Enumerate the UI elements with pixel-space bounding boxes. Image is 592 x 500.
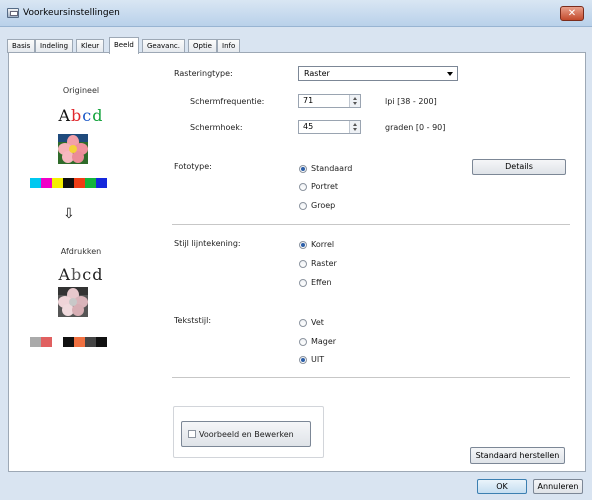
photo-type-portret[interactable]: Portret — [299, 182, 338, 191]
radio-icon — [299, 278, 307, 287]
swatch-red — [74, 178, 85, 188]
tab-indeling[interactable]: Indeling — [35, 39, 74, 53]
radio-label: Vet — [311, 318, 324, 327]
screen-angle-value: 45 — [303, 122, 314, 131]
radio-label: Groep — [311, 201, 336, 210]
swatch-orange — [74, 337, 85, 347]
window-title: Voorkeursinstellingen — [23, 8, 120, 18]
tab-info[interactable]: Info — [217, 39, 241, 53]
spinner-arrows-icon[interactable] — [349, 121, 360, 133]
swatch-black — [63, 337, 74, 347]
output-photo-thumbnail — [58, 287, 88, 317]
sample-letter-d: d — [92, 265, 104, 284]
text-style-vet[interactable]: Vet — [299, 318, 324, 327]
sample-letter-b: b — [71, 106, 83, 125]
original-label: Origineel — [62, 86, 100, 95]
screen-angle-range: graden [0 - 90] — [385, 123, 446, 132]
photo-type-groep[interactable]: Groep — [299, 201, 335, 210]
divider — [172, 377, 570, 378]
text-style-label: Tekststijl: — [174, 316, 212, 325]
tab-optie[interactable]: Optie — [188, 39, 217, 53]
original-color-swatches — [30, 178, 107, 188]
radio-icon — [299, 337, 307, 346]
close-button[interactable]: ✕ — [560, 6, 584, 21]
sample-letter-c: c — [82, 106, 93, 125]
text-style-mager[interactable]: Mager — [299, 337, 336, 346]
details-button[interactable]: Details — [472, 159, 566, 175]
radio-selected-icon — [299, 164, 307, 173]
ok-button[interactable]: OK — [477, 479, 527, 494]
radio-icon — [299, 201, 307, 210]
output-color-swatches — [30, 337, 107, 347]
original-photo-thumbnail — [58, 134, 88, 164]
radio-selected-icon — [299, 240, 307, 249]
swatch-red — [41, 337, 52, 347]
photo-type-standaard[interactable]: Standaard — [299, 164, 352, 173]
line-style-raster[interactable]: Raster — [299, 259, 337, 268]
swatch-green — [85, 178, 96, 188]
preview-edit-label: Voorbeeld en Bewerken — [199, 429, 294, 439]
radio-icon — [299, 182, 307, 191]
screen-angle-spinner[interactable]: 45 — [298, 120, 361, 134]
swatch-black — [96, 337, 107, 347]
swatch-cyan — [30, 178, 41, 188]
radio-icon — [299, 318, 307, 327]
cancel-button[interactable]: Annuleren — [533, 479, 583, 494]
swatch-blue — [96, 178, 107, 188]
tab-beeld[interactable]: Beeld — [109, 37, 139, 54]
chevron-down-icon — [447, 72, 453, 76]
sample-letter-a: A — [58, 106, 72, 125]
radio-selected-icon — [299, 355, 307, 364]
swatch-dark-gray — [85, 337, 96, 347]
tab-geavanc[interactable]: Geavanc. — [142, 39, 185, 53]
sample-letter-b: b — [71, 265, 83, 284]
reset-defaults-button[interactable]: Standaard herstellen — [470, 447, 565, 464]
swatch-yellow — [52, 178, 63, 188]
radio-label: Portret — [311, 182, 339, 191]
tab-kleur[interactable]: Kleur — [76, 39, 105, 53]
line-style-korrel[interactable]: Korrel — [299, 240, 334, 249]
text-style-uit[interactable]: UIT — [299, 355, 324, 364]
screen-frequency-spinner[interactable]: 71 — [298, 94, 361, 108]
sample-letter-a: A — [58, 265, 72, 284]
sample-letter-d: d — [92, 106, 104, 125]
radio-label: UIT — [311, 355, 325, 364]
radio-icon — [299, 259, 307, 268]
screen-frequency-range: lpi [38 - 200] — [385, 97, 437, 106]
radio-label: Standaard — [311, 164, 353, 173]
arrow-down-icon: ⇩ — [63, 206, 75, 222]
preview-edit-toggle[interactable]: Voorbeeld en Bewerken — [181, 421, 311, 447]
swatch-black — [63, 178, 74, 188]
radio-label: Mager — [311, 337, 337, 346]
output-label: Afdrukken — [60, 247, 102, 256]
photo-type-label: Fototype: — [174, 162, 212, 171]
rastering-type-label: Rasteringtype: — [174, 69, 233, 78]
spinner-arrows-icon[interactable] — [349, 95, 360, 107]
screen-frequency-value: 71 — [303, 96, 314, 105]
sample-letter-c: c — [82, 265, 93, 284]
screen-frequency-label: Schermfrequentie: — [190, 97, 265, 106]
swatch-white — [52, 337, 63, 347]
swatch-magenta — [41, 178, 52, 188]
line-style-label: Stijl lijntekening: — [174, 239, 241, 248]
output-sample-text: Abcd — [0, 265, 162, 284]
screen-angle-label: Schermhoek: — [190, 123, 243, 132]
radio-label: Effen — [311, 278, 332, 287]
rastering-type-value: Raster — [304, 69, 330, 78]
line-style-effen[interactable]: Effen — [299, 278, 332, 287]
radio-label: Korrel — [311, 240, 335, 249]
checkbox-icon[interactable] — [188, 430, 196, 438]
tab-basis[interactable]: Basis — [7, 39, 36, 53]
rastering-type-select[interactable]: Raster — [298, 66, 458, 81]
swatch-gray — [30, 337, 41, 347]
printer-icon — [7, 8, 19, 18]
radio-label: Raster — [311, 259, 337, 268]
original-sample-text: Abcd — [0, 106, 162, 125]
title-bar: Voorkeursinstellingen ✕ — [0, 0, 592, 27]
divider — [172, 224, 570, 225]
